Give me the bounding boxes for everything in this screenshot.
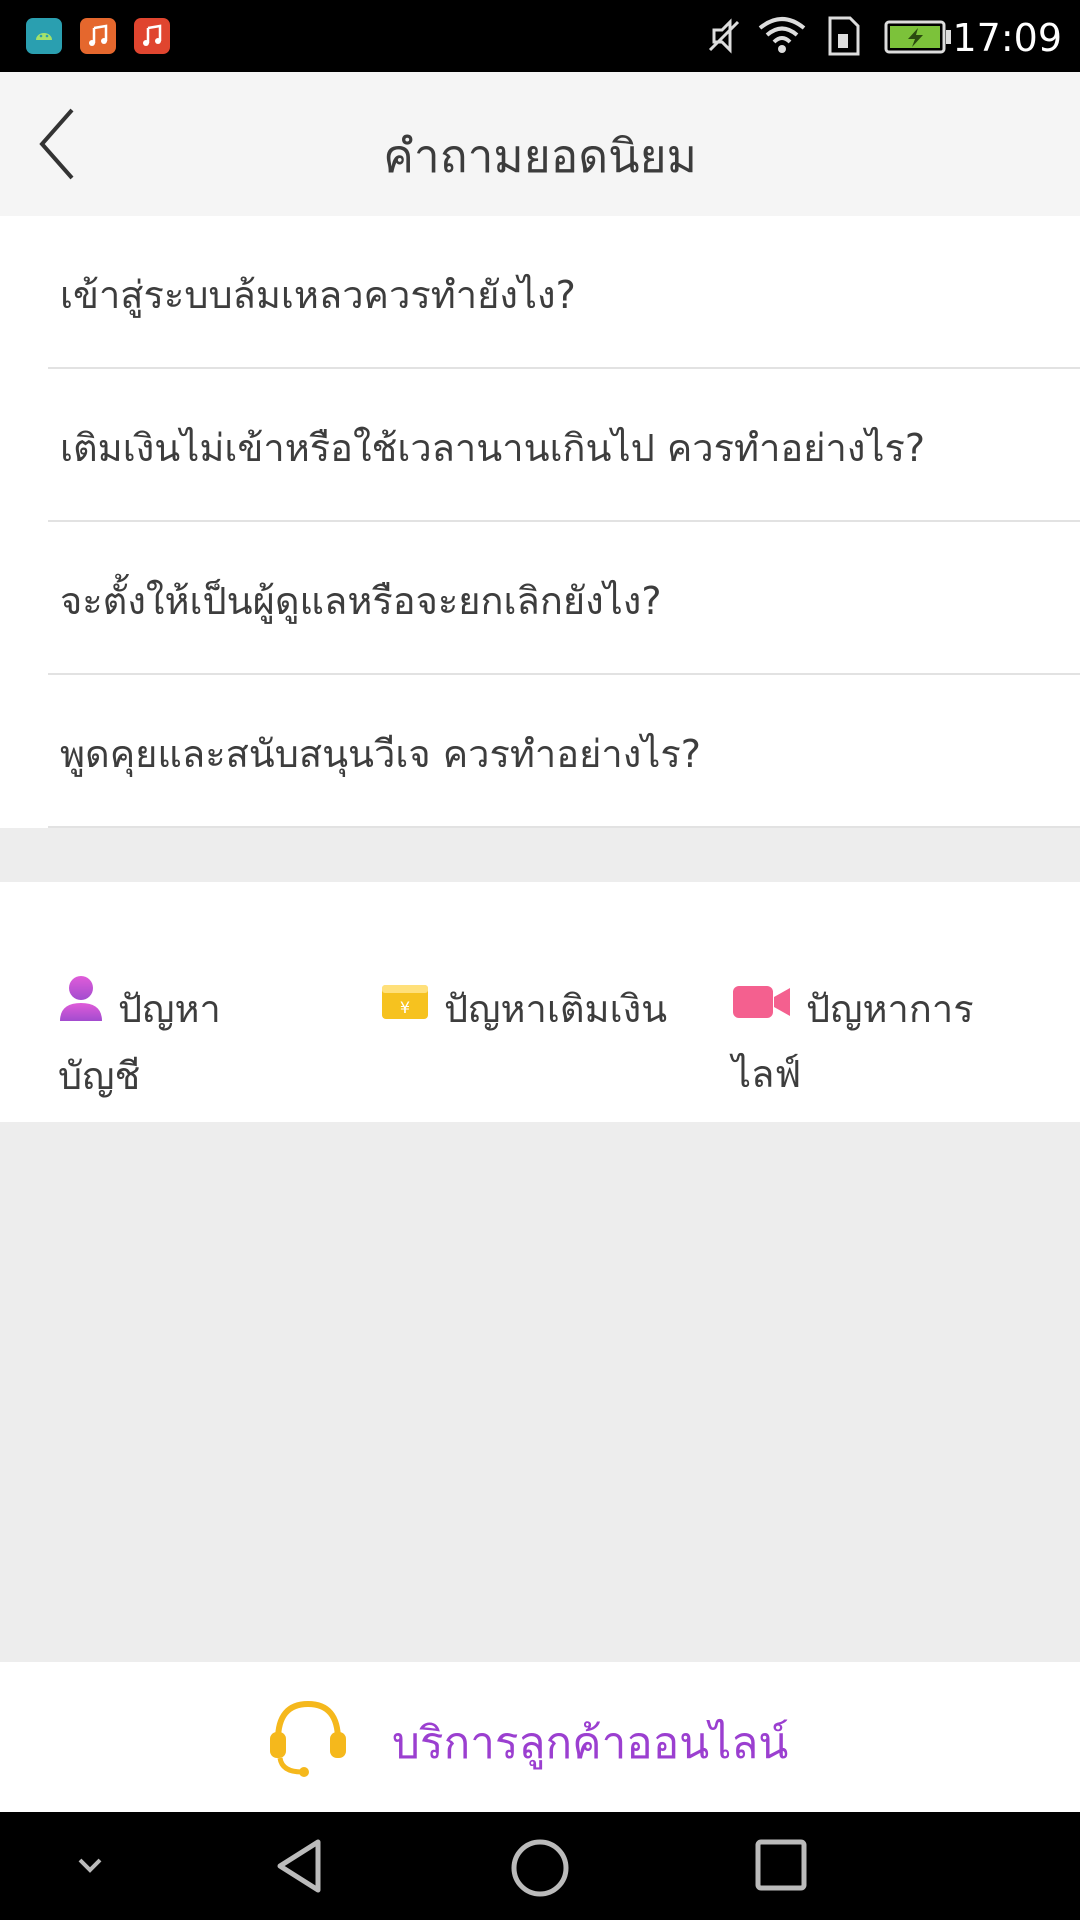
faq-item[interactable]: พูดคุยและสนับสนุนวีเจ ควรทำอย่างไร? <box>0 675 1080 828</box>
user-icon <box>58 975 104 1041</box>
video-camera-icon <box>732 977 792 1039</box>
faq-question: เข้าสู่ระบบล้มเหลวควรทำยังไง? <box>60 273 576 317</box>
header: คำถามยอดนิยม <box>0 72 1080 216</box>
wallet-icon: ¥ <box>380 977 430 1039</box>
headset-icon <box>266 1698 350 1782</box>
faq-item[interactable]: จะตั้งให้เป็นผู้ดูแลหรือจะยกเลิกยังไง? <box>0 522 1080 675</box>
category-account[interactable]: ปัญหา บัญชี <box>58 975 221 1107</box>
category-label: ปัญหาเติมเงิน <box>444 987 668 1031</box>
faq-question: จะตั้งให้เป็นผู้ดูแลหรือจะยกเลิกยังไง? <box>60 579 662 623</box>
back-triangle-icon[interactable] <box>270 1836 330 1896</box>
chevron-down-icon[interactable] <box>70 1850 110 1880</box>
help-categories: ปัญหา บัญชี ¥ ปัญหาเติมเงิน ปัญหาการ ไลฟ… <box>0 882 1080 1122</box>
sim-icon <box>828 16 860 56</box>
system-nav-bar <box>0 1812 1080 1920</box>
faq-item[interactable]: เติมเงินไม่เข้าหรือใช้เวลานานเกินไป ควรท… <box>0 369 1080 522</box>
online-support-button[interactable]: บริการลูกค้าออนไลน์ <box>0 1662 1080 1812</box>
music-app-icon <box>134 18 170 54</box>
faq-question: เติมเงินไม่เข้าหรือใช้เวลานานเกินไป ควรท… <box>60 426 926 470</box>
svg-text:¥: ¥ <box>400 998 410 1017</box>
faq-question: พูดคุยและสนับสนุนวีเจ ควรทำอย่างไร? <box>60 732 701 776</box>
divider <box>48 826 1080 828</box>
category-topup[interactable]: ¥ ปัญหาเติมเงิน <box>380 978 667 1043</box>
category-live[interactable]: ปัญหาการ ไลฟ์ <box>732 978 974 1105</box>
category-label: ปัญหาการ <box>806 987 974 1031</box>
category-label-line2: บัญชี <box>58 1053 141 1098</box>
wifi-icon <box>758 17 806 53</box>
page-title: คำถามยอดนิยม <box>383 129 697 183</box>
faq-item[interactable]: เข้าสู่ระบบล้มเหลวควรทำยังไง? <box>0 216 1080 369</box>
silent-icon <box>708 18 740 54</box>
battery-charging-icon <box>884 20 951 54</box>
category-label-line2: ไลฟ์ <box>732 1051 802 1096</box>
home-circle-icon[interactable] <box>508 1836 572 1900</box>
category-label: ปัญหา <box>118 987 221 1031</box>
music-app-icon <box>80 18 116 54</box>
status-time: 17:09 <box>952 16 1062 60</box>
faq-list: เข้าสู่ระบบล้มเหลวควรทำยังไง? เติมเงินไม… <box>0 216 1080 828</box>
status-bar: 17:09 <box>0 0 1080 72</box>
android-app-icon <box>26 18 62 54</box>
recents-square-icon[interactable] <box>752 1836 812 1896</box>
support-label: บริการลูกค้าออนไลน์ <box>392 1718 789 1769</box>
